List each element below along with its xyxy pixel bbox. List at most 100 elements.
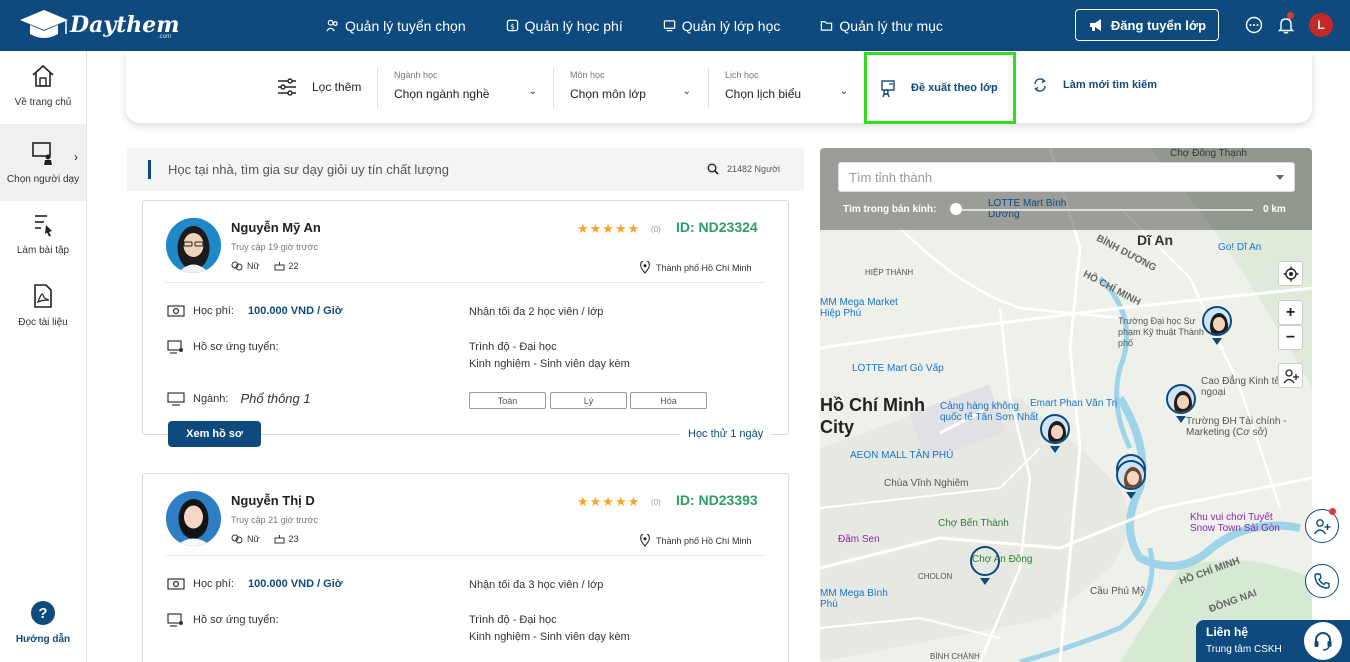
nav-class-management[interactable]: Quản lý lớp học (663, 17, 781, 34)
radius-value: 0 km (1263, 204, 1286, 215)
exercise-icon (35, 215, 52, 237)
chevron-down-icon: ⌄ (682, 86, 691, 97)
tutor-card: Nguyễn Thị D Truy cập 21 giờ trước Nữ 23… (142, 473, 789, 662)
map-label: BÌNH CHÁNH (930, 652, 980, 661)
svg-text:$: $ (510, 22, 515, 31)
nav-label: Quản lý lớp học (681, 17, 781, 34)
nav-fee-management[interactable]: $ Quản lý học phí (506, 18, 623, 34)
megaphone-icon (1089, 19, 1101, 31)
tutor-map-pin[interactable] (1166, 384, 1196, 414)
zoom-in-button[interactable]: + (1278, 300, 1303, 325)
map-label: AEON MALL TÂN PHÚ (850, 450, 954, 461)
view-profile-button[interactable]: Xem hồ sơ (168, 421, 261, 447)
map-label: Chùa Vĩnh Nghiêm (884, 478, 969, 489)
filter-bar: Lọc thêm Ngành học Chọn ngành nghề ⌄ Môn… (126, 51, 1312, 124)
pdf-icon (34, 284, 52, 308)
tutor-map-pin[interactable] (970, 546, 1000, 576)
subject-tag: Toán (469, 392, 546, 409)
map-label: Chợ Bến Thành (938, 518, 1009, 529)
sidebar-item-help[interactable]: ? Hướng dẫn (0, 601, 86, 651)
province-search-input[interactable]: Tìm tỉnh thành (838, 162, 1295, 192)
major-row: Ngành: Phổ thông 1 (167, 391, 311, 406)
notification-dot (1329, 508, 1336, 515)
customer-care-widget[interactable]: Liên hệ Trung tâm CSKH (1196, 620, 1350, 662)
suggest-label: Đề xuất theo lớp (911, 82, 998, 94)
chevron-down-icon: ⌄ (528, 86, 537, 97)
tutor-photo[interactable] (166, 218, 221, 273)
sidebar-item-documents[interactable]: Đọc tài liệu (0, 283, 86, 343)
chat-icon[interactable] (1244, 15, 1264, 35)
sidebar-item-exercises[interactable]: Làm bài tập (0, 211, 86, 271)
search-icon[interactable] (707, 163, 719, 175)
top-bar: Daythem .com Quản lý tuyển chọn $ Quản l… (0, 0, 1350, 51)
nav-selection-management[interactable]: Quản lý tuyển chọn (326, 18, 466, 34)
major-value: Phổ thông 1 (240, 391, 311, 406)
radius-slider-track[interactable] (953, 209, 1253, 211)
tutor-meta: Nữ 22 (231, 261, 299, 271)
pin-pointer (1212, 338, 1222, 345)
capacity: Nhận tối đa 3 học viên / lớp (469, 579, 604, 591)
rating-stars: ★★★★★ (577, 221, 641, 236)
city-name: Thành phố Hồ Chí Minh (656, 535, 752, 546)
age: 22 (288, 261, 299, 271)
refresh-icon (1034, 78, 1046, 92)
home-icon (32, 64, 54, 87)
profile-board-icon (167, 340, 183, 354)
suggest-by-class-button[interactable]: Đề xuất theo lớp (864, 52, 1016, 124)
sidebar: Về trang chủ Chọn người dạy › Làm bài tậ… (0, 51, 87, 662)
sidebar-item-choose-teacher[interactable]: Chọn người dạy › (0, 124, 86, 201)
tutor-name[interactable]: Nguyễn Mỹ An (231, 220, 321, 235)
tutor-id: ID: ND23393 (676, 492, 758, 508)
map-label: Emart Phan Văn Trị (1030, 398, 1118, 409)
tutor-map[interactable]: Chợ Đông Thạnh LOTTE Mart Bình Dương Dĩ … (820, 148, 1312, 662)
tutor-map-pin[interactable] (1040, 414, 1070, 444)
nav-label: Quản lý học phí (524, 17, 623, 34)
trial-badge: Học thử 1 ngày (680, 428, 772, 440)
gender: Nữ (247, 261, 260, 271)
last-access: Truy cập 19 giờ trước (231, 242, 319, 252)
nav-label: Quản lý tuyển chọn (345, 17, 466, 34)
user-avatar[interactable]: L (1309, 13, 1333, 37)
major-dropdown[interactable]: Ngành học Chọn ngành nghề ⌄ (377, 68, 537, 108)
subject-dropdown[interactable]: Môn học Chọn môn lớp ⌄ (553, 68, 691, 108)
map-label: MM Mega Bình Phú (820, 588, 888, 610)
map-label: Trường Đại học Sư phạm Kỹ thuật Thành ph… (1118, 316, 1204, 348)
dropdown-value: Chọn lịch biểu (725, 87, 802, 101)
nav-folder-management[interactable]: Quản lý thư mục (820, 18, 943, 34)
zoom-out-button[interactable]: − (1278, 325, 1303, 350)
subject-tag: Lý (550, 392, 627, 409)
logo[interactable]: Daythem .com (16, 8, 180, 42)
add-person-map-button[interactable] (1278, 363, 1303, 388)
nav-label: Quản lý thư mục (839, 17, 943, 34)
rating-stars: ★★★★★ (577, 494, 641, 509)
accent-bar (148, 160, 151, 179)
sidebar-item-home[interactable]: Về trang chủ (0, 63, 86, 123)
review-count: (0) (651, 498, 661, 507)
tutor-map-pin[interactable] (1202, 306, 1232, 336)
map-label: Khu vui chơi Tuyết Snow Town Sài Gòn (1190, 512, 1280, 534)
sidebar-item-label: Đọc tài liệu (18, 317, 68, 328)
tutor-count: 21482 Người (707, 163, 780, 175)
bell-icon[interactable] (1276, 15, 1296, 35)
people-icon (326, 19, 338, 32)
pin-pointer (1126, 492, 1136, 499)
post-class-button[interactable]: Đăng tuyển lớp (1075, 9, 1219, 41)
refresh-search-button[interactable]: Làm mới tìm kiếm (1032, 77, 1157, 93)
call-float-button[interactable] (1305, 564, 1339, 598)
tutor-map-pin[interactable] (1116, 460, 1146, 490)
gender-icon (231, 261, 243, 271)
education-level: Trình độ - Đại học (469, 614, 557, 626)
radius-slider-handle[interactable] (950, 203, 962, 215)
help-icon: ? (31, 601, 55, 625)
crosshair-icon (1283, 266, 1298, 281)
teacher-board-icon (32, 142, 52, 165)
sidebar-item-label: Hướng dẫn (15, 634, 71, 645)
schedule-dropdown[interactable]: Lịch học Chọn lịch biểu ⌄ (708, 68, 848, 108)
computer-icon (167, 391, 185, 406)
dropdown-label: Lịch học (725, 70, 759, 80)
more-filters-button[interactable]: Lọc thêm (276, 77, 361, 97)
fee-label: Học phí: (193, 305, 234, 317)
tutor-photo[interactable] (166, 491, 221, 546)
tutor-name[interactable]: Nguyễn Thị D (231, 493, 315, 508)
locate-me-button[interactable] (1278, 261, 1303, 286)
